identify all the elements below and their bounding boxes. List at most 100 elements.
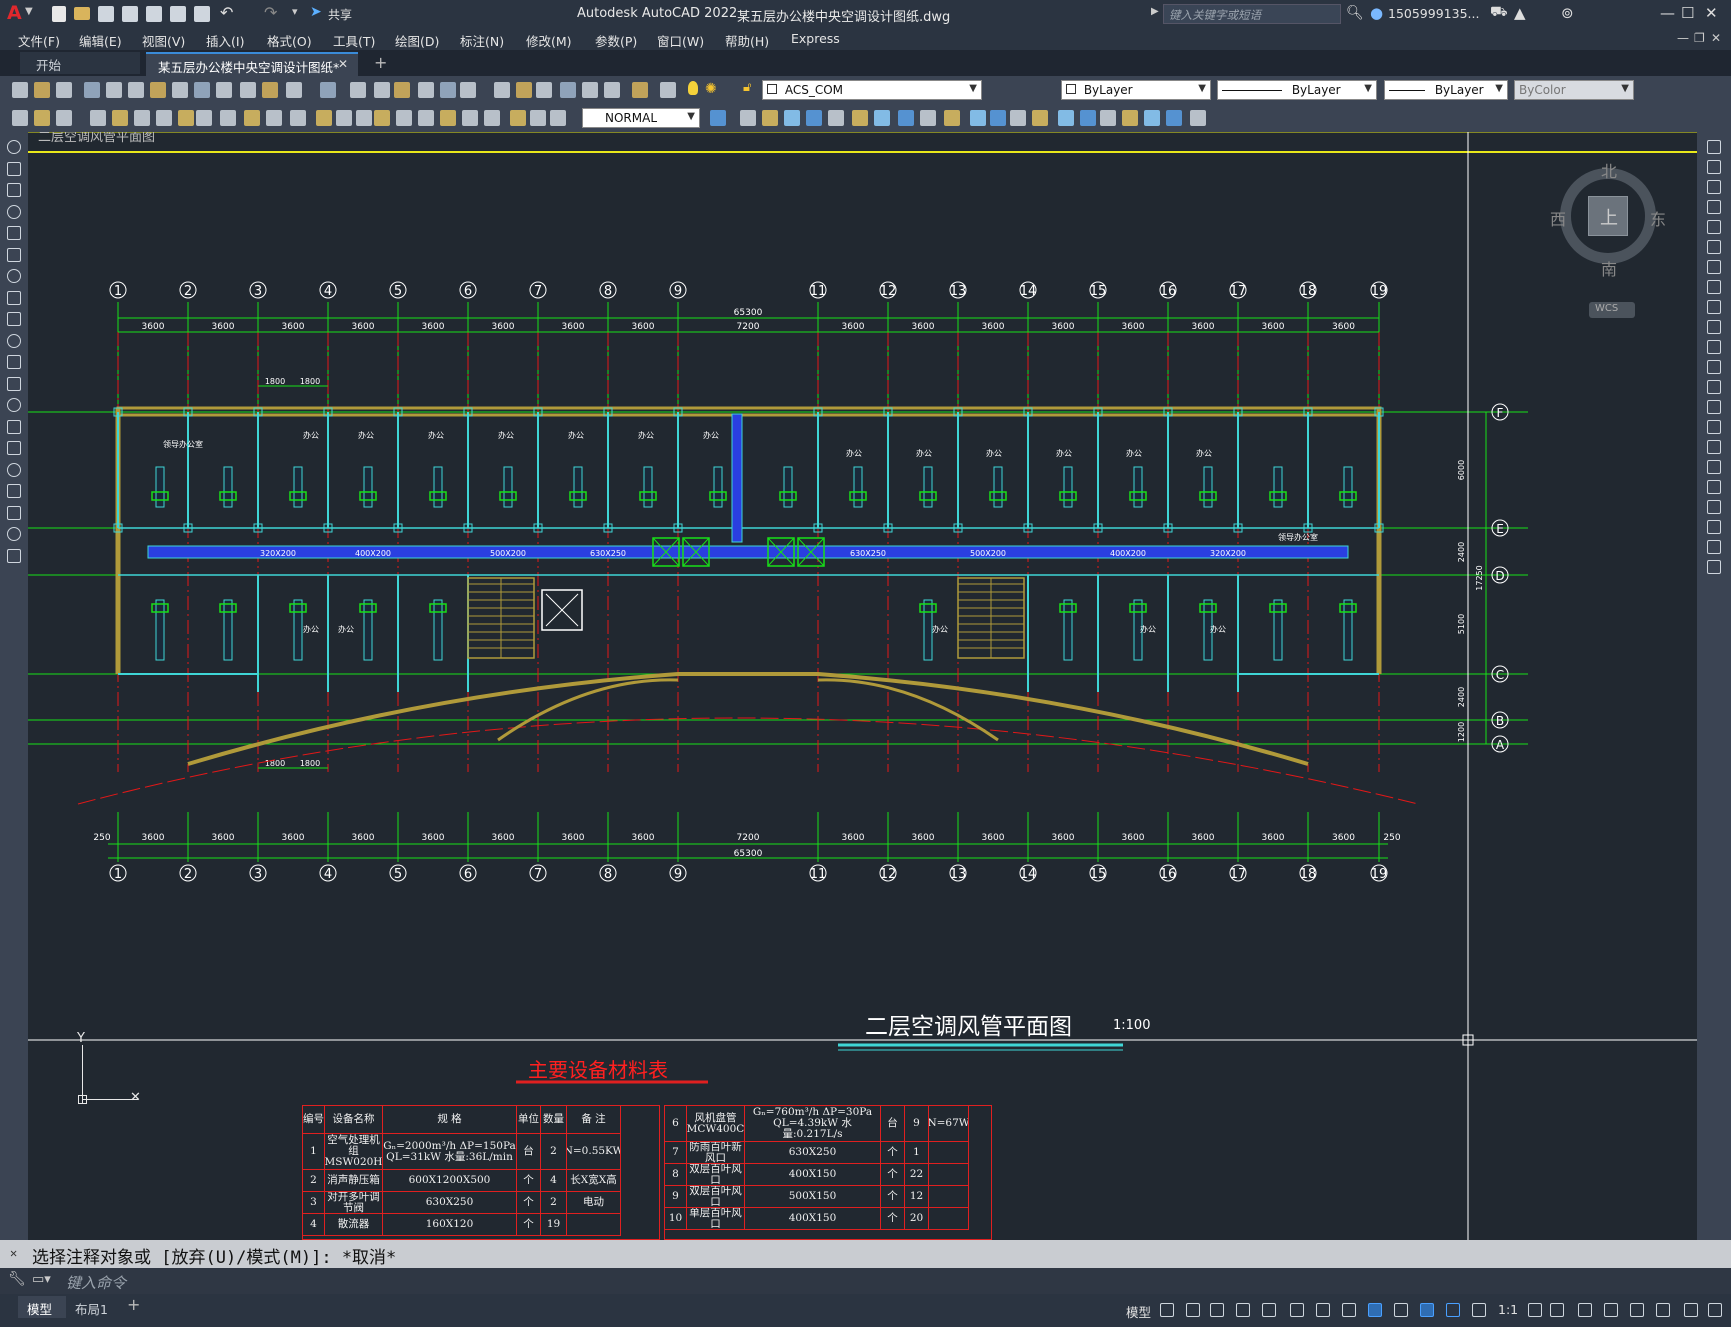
menu-parametric[interactable]: 参数(P)	[595, 31, 637, 50]
status-toggle-20-icon[interactable]	[1684, 1303, 1698, 1317]
std-tool-20-icon[interactable]	[460, 82, 476, 98]
dim-tool-10-icon[interactable]	[220, 110, 236, 126]
command-prompt-icon[interactable]: ▭▾	[32, 1272, 51, 1287]
menu-express[interactable]: Express	[791, 31, 840, 46]
status-toggle-16-icon[interactable]	[1578, 1303, 1592, 1317]
cart-icon[interactable]: ⛟	[1490, 4, 1508, 22]
maximize-icon[interactable]: ☐	[1681, 4, 1694, 22]
status-toggle-6-icon[interactable]	[1290, 1303, 1304, 1317]
tab-close-icon[interactable]: ✕	[338, 57, 348, 71]
search-input[interactable]: 键入关键字或短语	[1169, 7, 1261, 23]
help-icon[interactable]: ⊚	[1561, 4, 1574, 22]
dim-tool-6-icon[interactable]	[134, 110, 150, 126]
std-tool-28-icon[interactable]	[660, 82, 676, 98]
std-tool-18-icon[interactable]	[418, 82, 434, 98]
std-tool-21-icon[interactable]	[494, 82, 510, 98]
modify-tool-side-6-icon[interactable]	[1707, 240, 1721, 254]
modify-tool-22-icon[interactable]	[1190, 110, 1206, 126]
modify-tool-side-1-icon[interactable]	[1707, 140, 1721, 154]
modify-tool-side-16-icon[interactable]	[1707, 440, 1721, 454]
tab-model[interactable]: 模型	[18, 1296, 66, 1318]
modify-tool-side-20-icon[interactable]	[1707, 520, 1721, 534]
std-tool-9-icon[interactable]	[194, 82, 210, 98]
modify-tool-side-2-icon[interactable]	[1707, 160, 1721, 174]
dim-tool-12-icon[interactable]	[266, 110, 282, 126]
modify-tool-4-icon[interactable]	[784, 110, 800, 126]
draw-tool-2-icon[interactable]	[7, 161, 21, 176]
customize-qat-icon[interactable]: ▾	[292, 5, 298, 18]
tab-layout1[interactable]: 布局1	[68, 1296, 120, 1318]
draw-tool-6-icon[interactable]	[7, 247, 21, 262]
std-tool-25-icon[interactable]	[582, 82, 598, 98]
redo-icon[interactable]: ↷	[264, 3, 277, 22]
dim-tool-1-icon[interactable]	[12, 110, 28, 126]
draw-tool-12-icon[interactable]	[7, 376, 21, 391]
modify-tool-side-19-icon[interactable]	[1707, 500, 1721, 514]
dim-tool-9-icon[interactable]	[196, 110, 212, 126]
modify-tool-17-icon[interactable]	[1080, 110, 1096, 126]
linetype-dropdown[interactable]: ByLayer ▼	[1217, 80, 1377, 100]
std-tool-10-icon[interactable]	[216, 82, 232, 98]
modify-tool-side-22-icon[interactable]	[1707, 560, 1721, 574]
modify-tool-8-icon[interactable]	[874, 110, 890, 126]
modify-tool-side-14-icon[interactable]	[1707, 400, 1721, 414]
status-toggle-4-icon[interactable]	[1236, 1303, 1250, 1317]
draw-tool-7-icon[interactable]	[7, 269, 21, 283]
draw-tool-3-icon[interactable]	[7, 183, 21, 197]
menu-dimension[interactable]: 标注(N)	[460, 31, 504, 50]
share-label[interactable]: 共享	[328, 6, 352, 23]
drawing-canvas[interactable]: 1 1 2 2 3 3 4 4 5 5 6 6 7 7 8 8 9 9 11 11 12 12 13 13 14 14 15 15 16…	[28, 132, 1697, 1240]
cmd-close-icon[interactable]: ✕	[10, 1246, 17, 1260]
menu-modify[interactable]: 修改(M)	[526, 31, 572, 50]
status-toggle-13-icon[interactable]	[1472, 1303, 1486, 1317]
viewcube-south[interactable]: 南	[1601, 256, 1617, 280]
modify-tool-2-icon[interactable]	[740, 110, 756, 126]
menu-tools[interactable]: 工具(T)	[333, 31, 375, 50]
std-tool-8-icon[interactable]	[172, 82, 188, 98]
modify-tool-side-15-icon[interactable]	[1707, 420, 1721, 434]
std-tool-6-icon[interactable]	[128, 82, 144, 98]
modify-tool-side-18-icon[interactable]	[1707, 480, 1721, 494]
app-menu-chevron-icon[interactable]: ▼	[25, 6, 33, 17]
modify-tool-20-icon[interactable]	[1144, 110, 1160, 126]
std-tool-1-icon[interactable]	[12, 82, 28, 98]
viewcube-north[interactable]: 北	[1601, 158, 1617, 182]
status-toggle-8-icon[interactable]	[1342, 1303, 1356, 1317]
plotstyle-dropdown[interactable]: ByColor ▼	[1514, 80, 1634, 100]
std-tool-11-icon[interactable]	[240, 82, 256, 98]
wcs-button[interactable]: WCS	[1589, 302, 1635, 318]
menu-format[interactable]: 格式(O)	[267, 31, 312, 50]
modify-tool-side-7-icon[interactable]	[1707, 260, 1721, 274]
viewcube[interactable]: 上 北 南 东 西	[1550, 158, 1666, 279]
new-tab-icon[interactable]: +	[374, 53, 387, 72]
dimstyle-dropdown[interactable]: NORMAL ▼	[582, 108, 700, 128]
std-tool-3-icon[interactable]	[56, 82, 72, 98]
status-toggle-3-icon[interactable]	[1210, 1303, 1224, 1317]
layer-bulb-icon[interactable]	[688, 81, 698, 95]
draw-tool-5-icon[interactable]	[7, 226, 21, 240]
dim-tool-18-icon[interactable]	[396, 110, 412, 126]
menu-help[interactable]: 帮助(H)	[725, 31, 769, 50]
modify-tool-18-icon[interactable]	[1100, 110, 1116, 126]
tab-active-drawing[interactable]: 某五层办公楼中央空调设计图纸* ✕	[146, 52, 358, 76]
std-tool-4-icon[interactable]	[84, 82, 100, 98]
modify-tool-14-icon[interactable]	[1010, 110, 1026, 126]
status-toggle-19-icon[interactable]	[1656, 1303, 1670, 1317]
dim-tool-24-icon[interactable]	[530, 110, 546, 126]
modify-tool-5-icon[interactable]	[806, 110, 822, 126]
draw-tool-8-icon[interactable]	[7, 290, 21, 305]
modify-tool-11-icon[interactable]	[944, 110, 960, 126]
modify-tool-side-10-icon[interactable]	[1707, 320, 1721, 334]
undo-icon[interactable]: ↶	[220, 3, 233, 22]
dim-tool-7-icon[interactable]	[156, 110, 172, 126]
dim-tool-15-icon[interactable]	[336, 110, 352, 126]
draw-tool-15-icon[interactable]	[7, 441, 21, 455]
modify-tool-side-5-icon[interactable]	[1707, 220, 1721, 234]
floor-plan-drawing[interactable]: 1122334455667788991111121213131414151516…	[28, 132, 1697, 1240]
std-tool-19-icon[interactable]	[440, 82, 456, 98]
draw-tool-1-icon[interactable]	[7, 140, 21, 154]
modify-tool-side-4-icon[interactable]	[1707, 200, 1721, 214]
dim-tool-2-icon[interactable]	[34, 110, 50, 126]
std-tool-5-icon[interactable]	[106, 82, 122, 98]
std-tool-26-icon[interactable]	[604, 82, 620, 98]
